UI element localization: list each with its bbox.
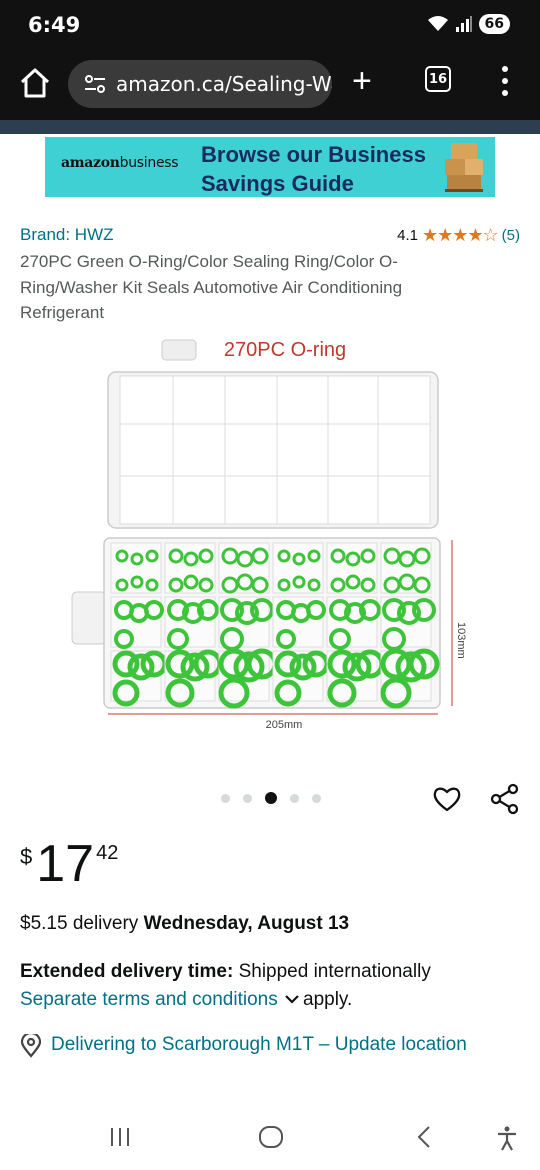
wifi-icon (427, 16, 448, 31)
carousel-dot[interactable] (290, 793, 299, 803)
location-link[interactable]: Delivering to Scarborough M1T – Update l… (51, 1031, 467, 1059)
price: $ 17 42 (20, 838, 118, 890)
delivery-location[interactable]: Delivering to Scarborough M1T – Update l… (20, 1031, 480, 1059)
delivery-date: Wednesday, August 13 (143, 913, 350, 934)
terms-link[interactable]: Separate terms and conditions (20, 989, 278, 1010)
image-carousel-dots[interactable] (221, 792, 321, 804)
chevron-down-icon[interactable] (285, 994, 299, 1004)
url-text: amazon.ca/Sealing-Wa (116, 72, 332, 96)
home-icon[interactable] (18, 66, 52, 100)
extended-text: Shipped internationally (233, 961, 431, 982)
carousel-dot[interactable] (312, 793, 321, 803)
back-icon[interactable] (414, 1125, 434, 1149)
heart-icon[interactable] (432, 784, 462, 814)
price-fraction: 42 (96, 842, 119, 864)
banner-text: Browse our Business Savings Guide (201, 140, 426, 198)
recent-apps-icon[interactable] (108, 1125, 132, 1149)
star-rating-icon: ★★★★☆ (421, 225, 499, 245)
carousel-dot[interactable] (265, 792, 277, 804)
location-pin-icon (20, 1034, 42, 1058)
boxes-icon (445, 143, 483, 192)
address-bar[interactable]: amazon.ca/Sealing-Wa (68, 60, 332, 108)
tab-switcher-button[interactable]: 16 (425, 66, 451, 92)
product-image[interactable]: 270PC O-ring 205mm 103mm (70, 336, 470, 736)
width-label: 205mm (266, 719, 303, 731)
carousel-dot[interactable] (221, 793, 230, 803)
delivery-prefix: $5.15 delivery (20, 913, 144, 934)
battery-icon: 66 (478, 14, 510, 34)
status-time: 6:49 (28, 13, 81, 37)
banner-line-2: Savings Guide (201, 171, 354, 196)
system-navigation-bar (0, 1105, 540, 1170)
price-currency: $ (20, 844, 33, 869)
browser-toolbar: amazon.ca/Sealing-Wa + 16 (0, 52, 540, 120)
price-whole: 17 (36, 835, 95, 893)
image-caption: 270PC O-ring (224, 339, 346, 361)
accessibility-icon[interactable] (495, 1125, 519, 1151)
nav-strip (0, 120, 540, 134)
new-tab-icon[interactable]: + (352, 64, 372, 98)
rating-score: 4.1 (397, 227, 418, 244)
amazon-business-logo: amazonbusiness (61, 155, 179, 171)
height-label: 103mm (455, 622, 467, 659)
delivery-info: $5.15 delivery Wednesday, August 13 (20, 913, 349, 935)
extended-label: Extended delivery time: (20, 961, 234, 982)
status-bar: 6:49 66 (0, 0, 540, 52)
business-banner[interactable]: amazonbusiness Browse our Business Savin… (45, 137, 495, 197)
extended-suffix: apply. (303, 989, 353, 1010)
banner-line-1: Browse our Business (201, 142, 426, 167)
carousel-dot[interactable] (243, 793, 252, 803)
status-icons: 66 (427, 14, 510, 34)
rating[interactable]: 4.1 ★★★★☆ (5) (397, 225, 520, 246)
extended-delivery: Extended delivery time: Shipped internat… (20, 958, 520, 1014)
review-count[interactable]: (5) (502, 227, 520, 244)
share-icon[interactable] (489, 783, 521, 815)
home-nav-icon[interactable] (258, 1125, 284, 1149)
signal-icon (455, 16, 472, 32)
product-title: 270PC Green O-Ring/Color Sealing Ring/Co… (20, 252, 403, 322)
site-settings-icon[interactable] (82, 71, 108, 97)
brand-link[interactable]: Brand: HWZ (20, 225, 114, 245)
more-menu-icon[interactable] (500, 66, 510, 96)
